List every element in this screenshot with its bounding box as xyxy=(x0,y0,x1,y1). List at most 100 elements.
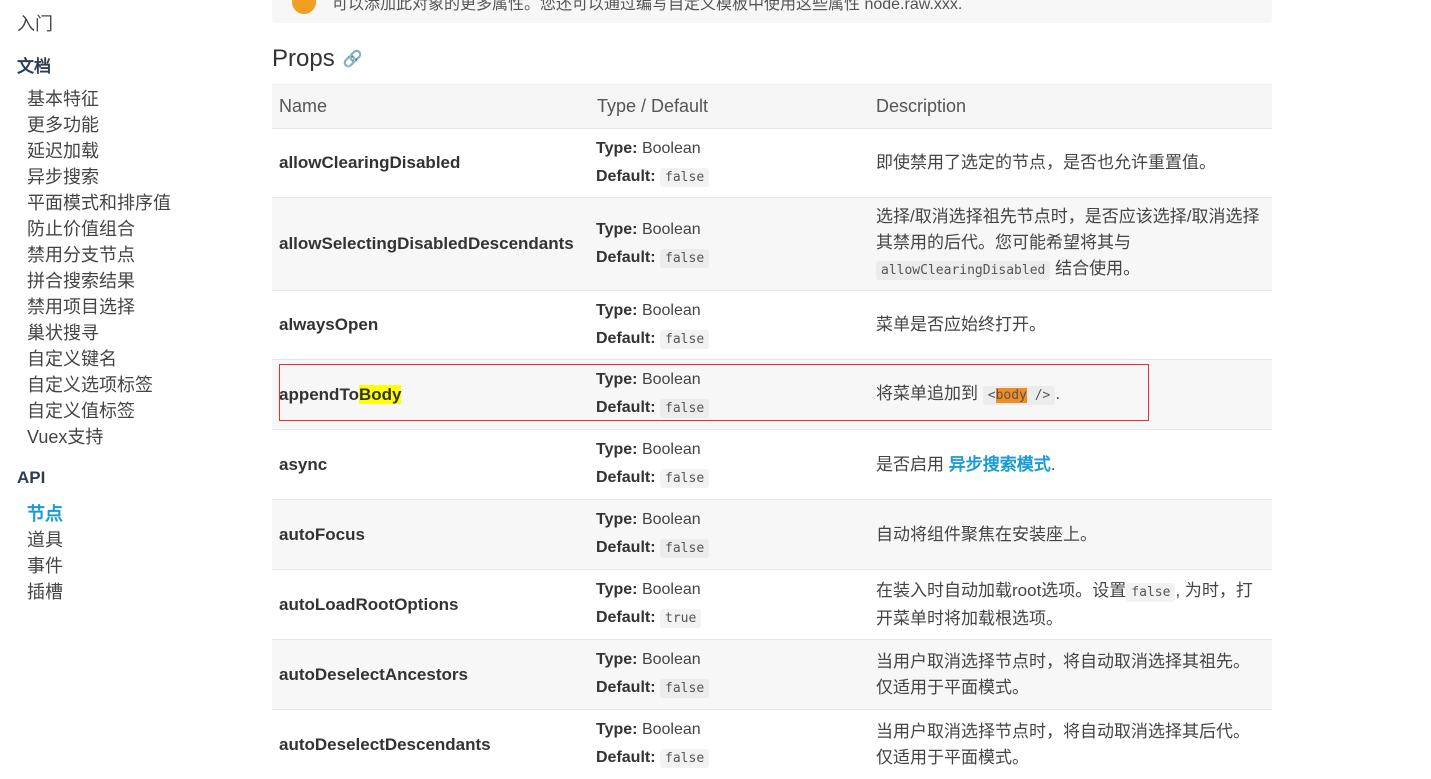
prop-name: appendToBody xyxy=(272,384,590,405)
sidebar-item-docs[interactable]: 平面模式和排序值 xyxy=(27,189,171,215)
default-label: Default: xyxy=(596,749,656,766)
prop-type: Type: Boolean Default: false xyxy=(590,216,869,273)
type-line: Type: Boolean xyxy=(596,646,869,674)
page-title: Props 🔗 xyxy=(272,45,363,73)
table-row: autoDeselectDescendants Type: Boolean Defa… xyxy=(272,709,1272,779)
type-value: Boolean xyxy=(641,139,701,157)
info-icon xyxy=(292,0,316,14)
sidebar-item-docs[interactable]: 延迟加载 xyxy=(27,137,99,163)
default-line: Default: false xyxy=(596,744,869,773)
prop-type: Type: Boolean Default: false xyxy=(590,716,869,773)
description-text: 在装入时自动加载root选项。设置 xyxy=(876,580,1127,600)
prop-type: Type: Boolean Default: false xyxy=(590,297,869,354)
type-line: Type: Boolean xyxy=(596,716,869,744)
sidebar-item-intro[interactable]: 入门 xyxy=(17,10,53,36)
description-text: . xyxy=(1055,383,1061,403)
sidebar-item-docs[interactable]: 自定义选项标签 xyxy=(27,371,153,397)
prop-description: 选择/取消选择祖先节点时，是否应该选择/取消选择其禁用的后代。您可能希望将其与 … xyxy=(869,204,1272,284)
sidebar-item-docs[interactable]: 自定义值标签 xyxy=(27,397,135,423)
header-description: Description xyxy=(876,96,967,116)
prop-name: alwaysOpen xyxy=(279,315,379,334)
type-label: Type: xyxy=(596,371,638,388)
default-value: false xyxy=(660,539,710,558)
code-text: < xyxy=(987,387,996,403)
description-text: 结合使用。 xyxy=(1050,259,1141,278)
type-line: Type: Boolean xyxy=(596,135,869,163)
sidebar-item-docs[interactable]: 禁用项目选择 xyxy=(27,293,135,319)
type-label: Type: xyxy=(596,301,638,319)
link-icon[interactable]: 🔗 xyxy=(343,51,363,68)
prop-name-text: appendTo xyxy=(279,384,359,404)
prop-name: allowSelectingDisabledDescendants xyxy=(279,234,574,253)
prop-description: 将菜单追加到 <body />. xyxy=(869,381,1272,409)
type-value: Boolean xyxy=(641,721,701,738)
sidebar-item-docs[interactable]: 基本特征 xyxy=(27,85,99,111)
type-value: Boolean xyxy=(641,301,701,319)
default-label: Default: xyxy=(596,329,656,347)
default-value: false xyxy=(660,329,710,349)
sidebar-item-docs[interactable]: 巢状搜寻 xyxy=(27,319,99,345)
description-code: allowClearingDisabled xyxy=(876,261,1051,280)
default-label: Default: xyxy=(596,609,656,626)
default-value: false xyxy=(660,749,710,768)
default-line: Default: false xyxy=(596,244,869,273)
sidebar-item-api[interactable]: 事件 xyxy=(27,552,63,578)
prop-name: autoDeselectAncestors xyxy=(279,664,468,684)
sidebar-section-api: API xyxy=(17,468,46,487)
description-text: 选择/取消选择祖先节点时，是否应该选择/取消选择其禁用的后代。您可能希望将其与 xyxy=(876,207,1260,252)
sidebar-item-docs[interactable]: 异步搜索 xyxy=(27,163,99,189)
type-label: Type: xyxy=(596,651,638,668)
type-line: Type: Boolean xyxy=(596,436,869,464)
default-label: Default: xyxy=(596,539,656,556)
type-line: Type: Boolean xyxy=(596,297,869,325)
prop-type: Type: Boolean Default: false xyxy=(590,366,869,423)
default-line: Default: false xyxy=(596,325,869,354)
type-label: Type: xyxy=(596,441,638,458)
default-value: true xyxy=(660,609,702,628)
sidebar-item-docs[interactable]: 禁用分支节点 xyxy=(27,241,135,267)
description-link[interactable]: 异步搜索模式 xyxy=(949,455,1051,474)
default-value: false xyxy=(660,679,710,698)
header-type: Type / Default xyxy=(597,96,709,116)
type-label: Type: xyxy=(596,721,638,738)
default-line: Default: false xyxy=(596,674,869,703)
type-value: Boolean xyxy=(641,511,701,528)
prop-type: Type: Boolean Default: true xyxy=(590,576,869,633)
description-text: . xyxy=(1050,454,1056,474)
type-line: Type: Boolean xyxy=(596,506,869,534)
sidebar-item-docs[interactable]: 防止价值组合 xyxy=(27,215,135,241)
sidebar-item-api[interactable]: 道具 xyxy=(27,526,63,552)
code-text: /> xyxy=(1026,387,1051,403)
sidebar-item-docs[interactable]: 拼合搜索结果 xyxy=(27,267,135,293)
sidebar-item-docs[interactable]: Vuex支持 xyxy=(27,423,103,449)
sidebar-section-docs: 文档 xyxy=(17,57,51,76)
sidebar-item-docs[interactable]: 自定义键名 xyxy=(27,345,117,371)
type-value: Boolean xyxy=(641,581,701,598)
table-row: autoLoadRootOptions Type: Boolean Default:… xyxy=(272,569,1272,639)
prop-description: 即使禁用了选定的节点，是否也允许重置值。 xyxy=(876,153,1216,172)
page-title-text: Props xyxy=(272,45,335,72)
table-row: allowClearingDisabled Type: Boolean Defaul… xyxy=(272,128,1272,197)
description-code: false xyxy=(1126,582,1176,602)
prop-type: Type: Boolean Default: false xyxy=(590,646,869,703)
default-label: Default: xyxy=(596,679,656,696)
prop-description: 当用户取消选择节点时，将自动取消选择其祖先。仅适用于平面模式。 xyxy=(876,651,1250,697)
prop-name: autoDeselectDescendants xyxy=(279,734,491,754)
sidebar-item-docs[interactable]: 更多功能 xyxy=(27,111,99,137)
prop-name: async xyxy=(279,454,328,474)
table-row: appendToBody Type: Boolean Default: false 将… xyxy=(272,359,1272,429)
sidebar-item-api[interactable]: 节点 xyxy=(27,500,63,526)
type-label: Type: xyxy=(596,220,638,238)
header-name: Name xyxy=(279,96,328,116)
description-code: <body /> xyxy=(982,385,1056,405)
default-label: Default: xyxy=(596,469,656,486)
type-value: Boolean xyxy=(641,441,701,458)
default-label: Default: xyxy=(596,248,656,266)
default-label: Default: xyxy=(596,399,656,416)
prop-name: autoLoadRootOptions xyxy=(279,594,459,614)
type-label: Type: xyxy=(596,511,638,528)
default-value: false xyxy=(660,399,710,418)
sidebar-item-api[interactable]: 插槽 xyxy=(27,578,63,604)
table-row: allowSelectingDisabledDescendants Type: B… xyxy=(272,197,1272,290)
prop-name: allowClearingDisabled xyxy=(279,153,461,172)
